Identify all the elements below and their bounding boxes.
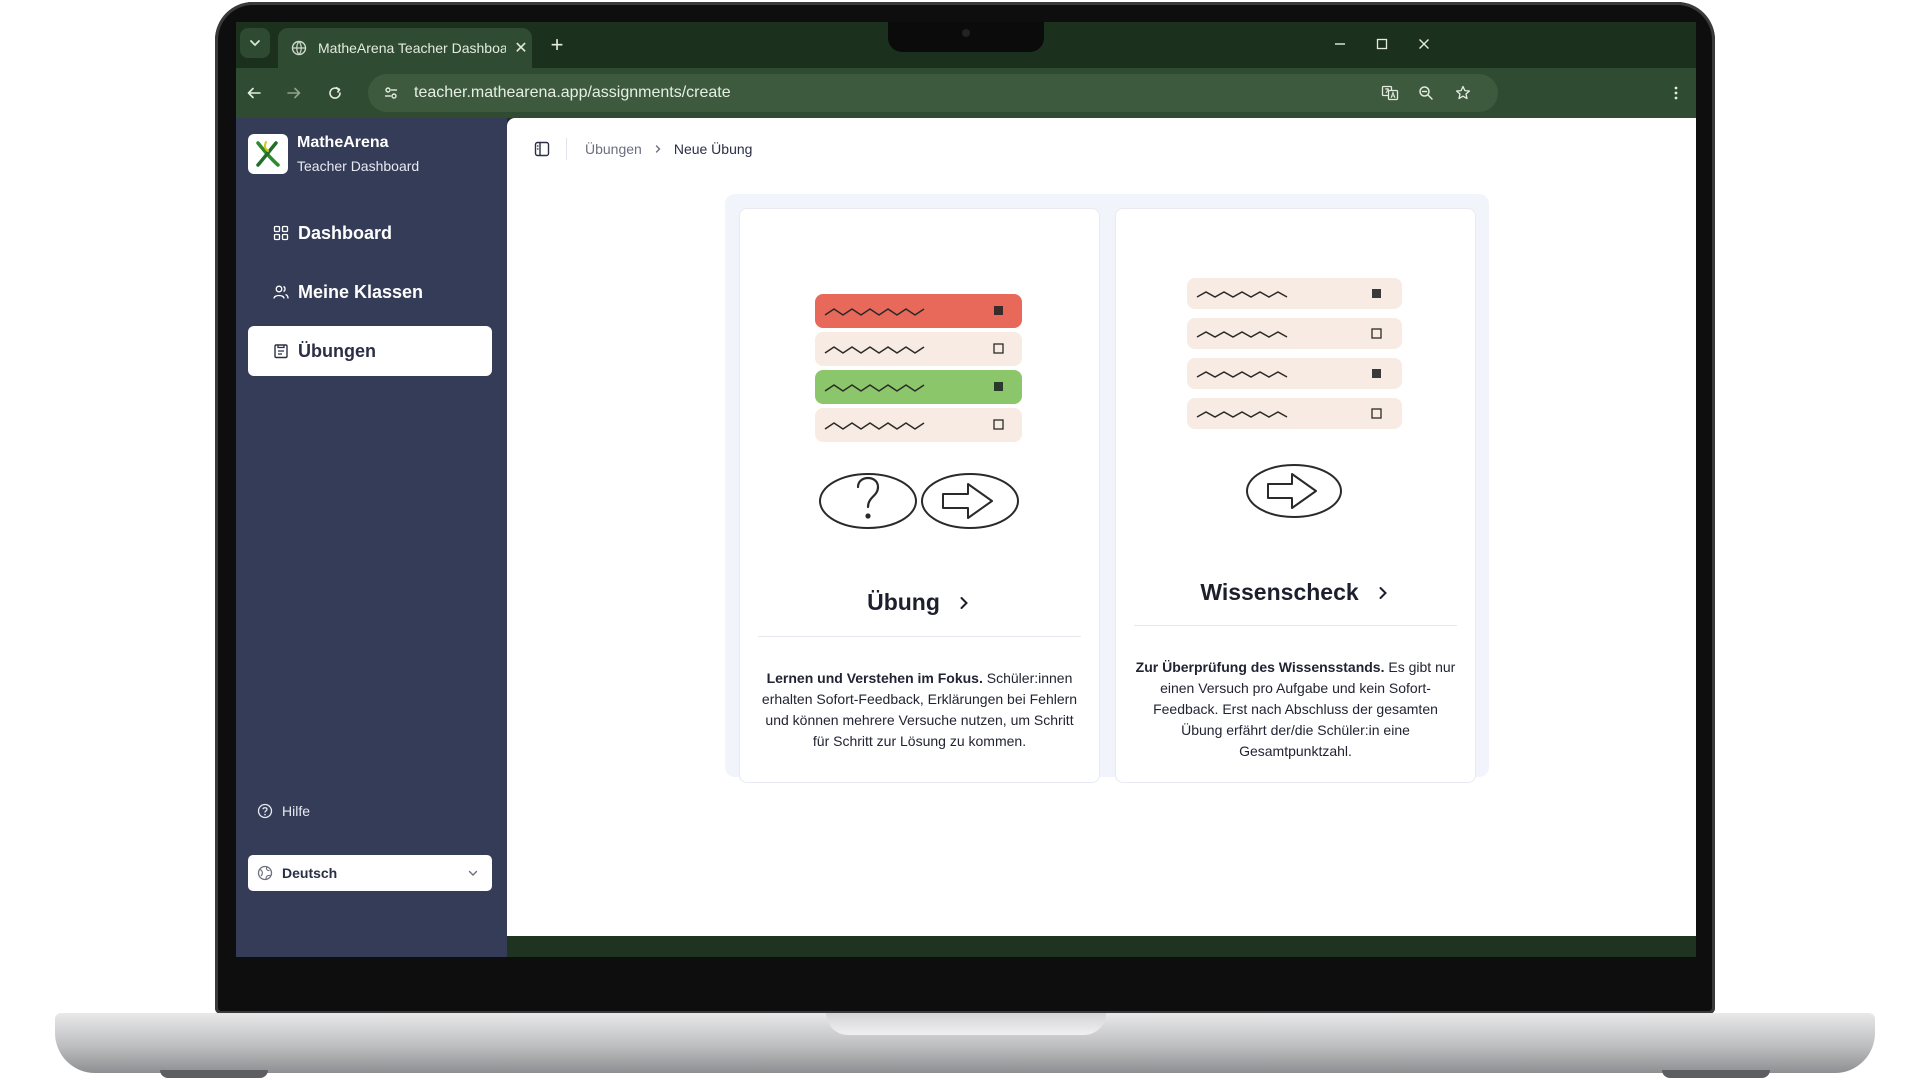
laptop-camera xyxy=(962,29,970,37)
card-description: Lernen und Verstehen im Fokus. Schüler:i… xyxy=(758,668,1081,752)
breadcrumb: Übungen Neue Übung xyxy=(585,141,752,157)
globe-icon xyxy=(290,39,308,57)
url-text[interactable]: teacher.mathearena.app/assignments/creat… xyxy=(414,84,731,102)
browser-toolbar: teacher.mathearena.app/assignments/creat… xyxy=(236,68,1696,118)
reload-icon[interactable] xyxy=(319,77,351,109)
laptop-foot xyxy=(1662,1070,1770,1078)
sidebar-item-label: Übungen xyxy=(298,340,376,361)
card-divider xyxy=(1134,625,1457,626)
uebung-illustration xyxy=(815,294,1022,529)
card-description-lead: Lernen und Verstehen im Fokus. xyxy=(766,670,983,686)
sidebar-item-meine-klassen[interactable]: Meine Klassen xyxy=(248,267,492,317)
laptop-lip xyxy=(826,1013,1106,1035)
breadcrumb-parent[interactable]: Übungen xyxy=(585,141,642,157)
card-title: Wissenscheck xyxy=(1200,579,1359,605)
card-divider xyxy=(758,636,1081,637)
mathearena-logo xyxy=(248,134,288,174)
zoom-icon[interactable] xyxy=(1411,78,1441,108)
assignment-type-chooser: Übung Lernen und Verstehen im Fokus. Sch… xyxy=(725,194,1489,783)
breadcrumb-current: Neue Übung xyxy=(673,141,753,157)
uebung-card-header[interactable]: Übung xyxy=(740,589,1099,616)
address-bar[interactable]: teacher.mathearena.app/assignments/creat… xyxy=(368,74,1498,112)
clipboard-icon xyxy=(272,342,290,360)
sidebar-item-label: Meine Klassen xyxy=(298,281,424,302)
wissenscheck-card-header[interactable]: Wissenscheck xyxy=(1116,579,1475,606)
help-link[interactable]: Hilfe xyxy=(256,802,310,820)
sidebar-item-uebungen[interactable]: Übungen xyxy=(248,326,492,376)
tab-title: MatheArena Teacher Dashboard xyxy=(318,40,506,56)
chevron-right-icon xyxy=(956,595,972,611)
users-icon xyxy=(272,283,290,301)
app-subtitle: Teacher Dashboard xyxy=(297,158,420,174)
browser-tab[interactable]: MatheArena Teacher Dashboard ✕ xyxy=(278,28,532,68)
wissenscheck-card[interactable]: Wissenscheck Zur Überprüfung des Wissens… xyxy=(1115,208,1476,783)
back-arrow-icon[interactable] xyxy=(238,77,270,109)
bookmark-star-icon[interactable] xyxy=(1448,78,1478,108)
forward-arrow-icon[interactable] xyxy=(278,77,310,109)
help-label: Hilfe xyxy=(282,803,311,819)
grid-icon xyxy=(272,224,290,242)
language-value: Deutsch xyxy=(282,865,338,881)
new-tab-button[interactable]: + xyxy=(542,30,572,60)
card-description: Zur Überprüfung des Wissensstands. Es gi… xyxy=(1134,657,1457,762)
main-content: Übungen Neue Übung Übung Lernen und Vers… xyxy=(507,118,1696,936)
language-select[interactable]: Deutsch xyxy=(248,855,492,891)
close-window-icon[interactable] xyxy=(1404,28,1444,60)
more-menu-icon[interactable] xyxy=(1660,77,1692,109)
chevron-down-icon xyxy=(250,40,260,47)
chevron-down-icon xyxy=(464,864,482,882)
laptop-foot xyxy=(160,1070,268,1078)
translate-icon[interactable] xyxy=(1375,78,1405,108)
site-settings-icon[interactable] xyxy=(376,78,406,108)
sidebar: MatheArena Teacher Dashboard Dashboard M… xyxy=(236,118,507,957)
minimize-icon[interactable] xyxy=(1320,28,1360,60)
uebung-card[interactable]: Übung Lernen und Verstehen im Fokus. Sch… xyxy=(739,208,1100,783)
sidebar-item-dashboard[interactable]: Dashboard xyxy=(248,208,492,258)
tab-search-button[interactable] xyxy=(240,28,270,58)
sidebar-item-label: Dashboard xyxy=(298,222,393,243)
sidebar-toggle-icon[interactable] xyxy=(529,136,555,162)
laptop-notch xyxy=(888,22,1044,52)
card-title: Übung xyxy=(867,589,940,615)
app-name: MatheArena xyxy=(297,134,389,151)
card-description-lead: Zur Überprüfung des Wissensstands. xyxy=(1135,659,1385,675)
maximize-icon[interactable] xyxy=(1362,28,1402,60)
chevron-right-icon xyxy=(1375,585,1391,601)
screen: MatheArena Teacher Dashboard ✕ + teacher… xyxy=(236,22,1696,957)
close-tab-icon[interactable]: ✕ xyxy=(512,38,530,58)
chevron-right-icon xyxy=(653,144,663,154)
help-circle-icon xyxy=(256,802,274,820)
breadcrumb-divider xyxy=(566,138,567,160)
globe-icon xyxy=(256,864,274,882)
wissenscheck-illustration xyxy=(1187,278,1402,518)
